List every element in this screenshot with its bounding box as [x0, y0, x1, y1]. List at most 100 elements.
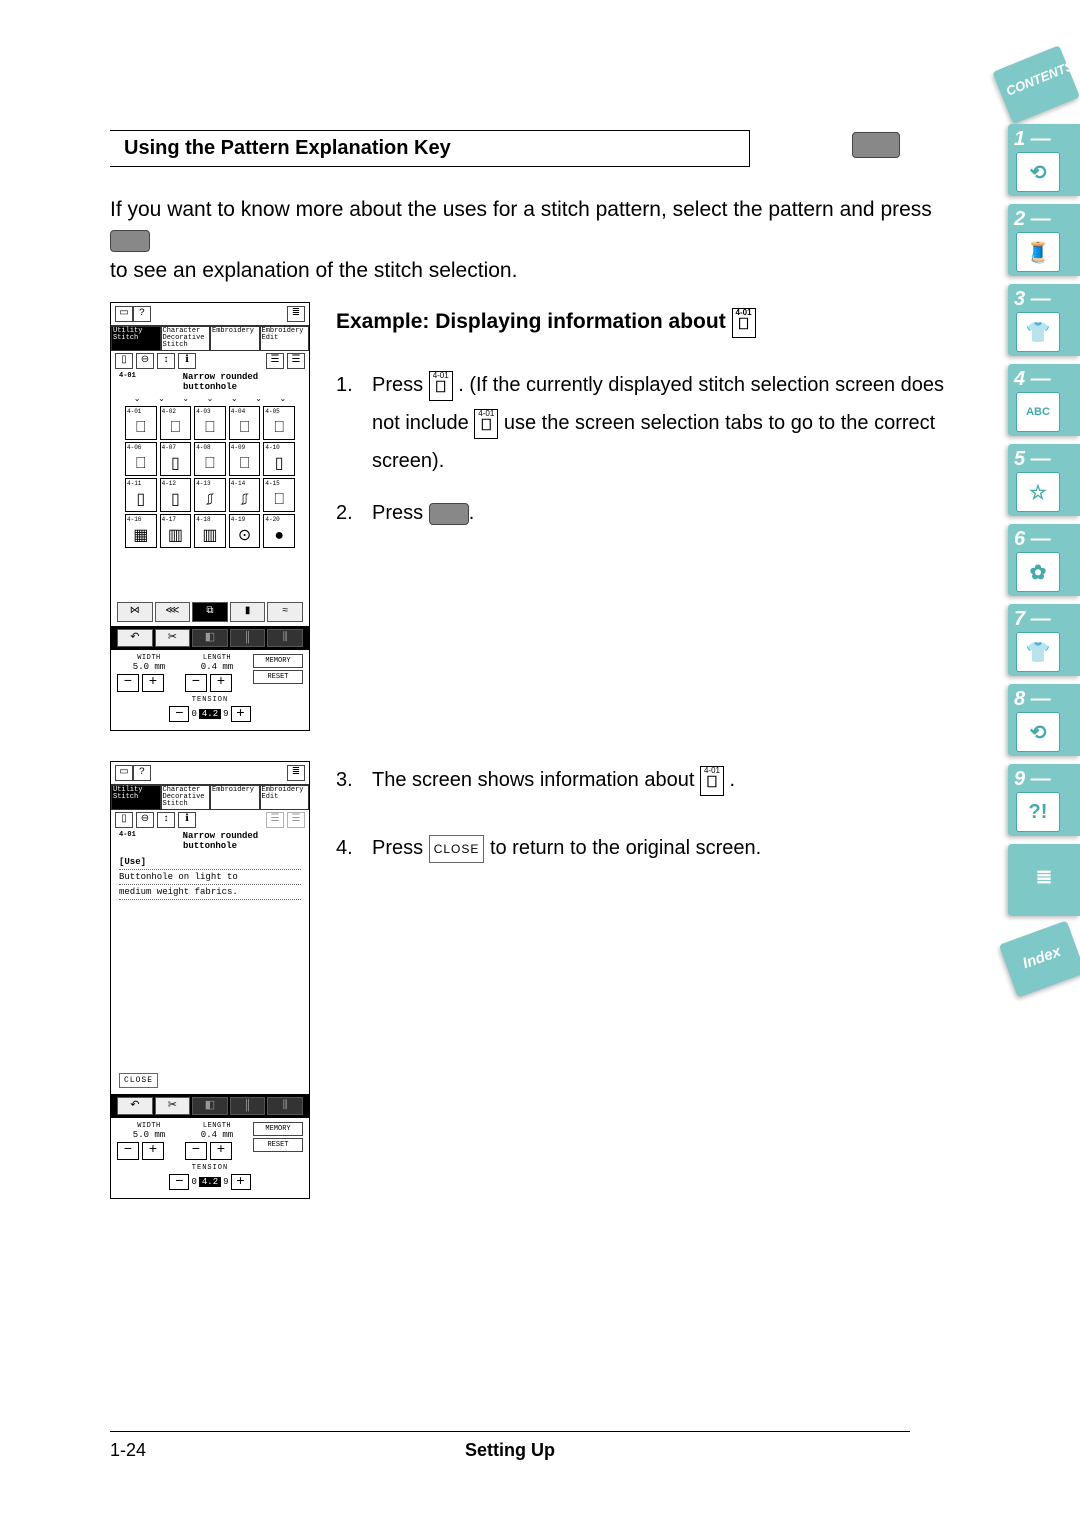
stitch-4-03[interactable]: 4-03⎕	[194, 406, 226, 440]
tool-3[interactable]: ⧉	[192, 602, 228, 622]
tool-1[interactable]: ⋈	[117, 602, 153, 622]
tool-5[interactable]: ≈	[267, 602, 303, 622]
menu-icon: ≣	[287, 306, 305, 322]
tab-appendix[interactable]: ≣	[1008, 844, 1080, 916]
length-value: 0.4 mm	[185, 1130, 249, 1140]
stitch-4-12[interactable]: 4-12▯	[160, 478, 192, 512]
stitch-4-10[interactable]: 4-10▯	[263, 442, 295, 476]
lcd-tab-embroidery[interactable]: Embroidery	[210, 326, 260, 351]
stitch-4-07[interactable]: 4-07▯	[160, 442, 192, 476]
stitch-title-1: Narrow rounded	[183, 831, 259, 841]
tension-lo: 0	[191, 709, 196, 719]
bb-twin2[interactable]: ⫼	[267, 629, 303, 647]
tab-chapter-6[interactable]: 6 —✿	[1008, 524, 1080, 596]
tab-chapter-7[interactable]: 7 —👕	[1008, 604, 1080, 676]
width-plus[interactable]: +	[142, 674, 164, 692]
stitch-ref-icon: 4-01⎕	[732, 308, 756, 338]
close-button[interactable]: CLOSE	[119, 1073, 158, 1088]
tab-chapter-4[interactable]: 4 —ABC	[1008, 364, 1080, 436]
reset-button[interactable]: RESET	[253, 1138, 303, 1152]
tension-value: 4.2	[199, 709, 221, 719]
tension-plus[interactable]: +	[231, 706, 251, 722]
tool-4[interactable]: ▮	[230, 602, 266, 622]
stitch-4-15[interactable]: 4-15⎕	[263, 478, 295, 512]
bb-undo[interactable]: ↶	[117, 629, 153, 647]
close-button-inline: CLOSE	[429, 835, 485, 864]
explanation-key-button-icon	[110, 230, 150, 252]
length-plus[interactable]: +	[210, 674, 232, 692]
stitch-title-2: buttonhole	[183, 382, 237, 392]
stitch-ref-icon: 4-01⎕	[700, 766, 724, 796]
tab-chapter-8[interactable]: 8 —⟲	[1008, 684, 1080, 756]
tension-plus[interactable]: +	[231, 1174, 251, 1190]
tab-chapter-2[interactable]: 2 —🧵	[1008, 204, 1080, 276]
needle-icon: ↕	[157, 353, 175, 369]
lcd-tab-embedit[interactable]: Embroidery Edit	[260, 785, 310, 810]
tab-chapter-3[interactable]: 3 —👕	[1008, 284, 1080, 356]
length-plus[interactable]: +	[210, 1142, 232, 1160]
stitch-4-05[interactable]: 4-05⎕	[263, 406, 295, 440]
tool-2[interactable]: ⋘	[155, 602, 191, 622]
info-line-2: medium weight fabrics.	[119, 887, 301, 897]
tension-hi: 9	[223, 1177, 228, 1187]
bb-undo[interactable]: ↶	[117, 1097, 153, 1115]
chapter-icon: ABC	[1016, 392, 1060, 432]
intro-text: If you want to know more about the uses …	[110, 195, 970, 286]
tab-chapter-5[interactable]: 5 —☆	[1008, 444, 1080, 516]
tension-minus[interactable]: −	[169, 706, 189, 722]
tension-label: TENSION	[117, 696, 303, 704]
stitch-4-08[interactable]: 4-08⎕	[194, 442, 226, 476]
lcd-tab-row: Utility Stitch Character Decorative Stit…	[111, 325, 309, 351]
lcd-tab-embroidery[interactable]: Embroidery	[210, 785, 260, 810]
length-minus[interactable]: −	[185, 1142, 207, 1160]
lcd-tab-decorative[interactable]: Character Decorative Stitch	[161, 785, 211, 810]
bb-cut[interactable]: ✂	[155, 629, 191, 647]
guide-icon: ?	[133, 306, 151, 322]
tab-chapter-1[interactable]: 1 —⟲	[1008, 124, 1080, 196]
width-minus[interactable]: −	[117, 674, 139, 692]
stitch-4-04[interactable]: 4-04⎕	[229, 406, 261, 440]
stitch-4-16[interactable]: 4-16▦	[125, 514, 157, 548]
width-value: 5.0 mm	[117, 1130, 181, 1140]
stitch-4-06[interactable]: 4-06⎕	[125, 442, 157, 476]
length-value: 0.4 mm	[185, 662, 249, 672]
length-minus[interactable]: −	[185, 674, 207, 692]
example-title: Example: Displaying information about 4-…	[336, 302, 970, 342]
lcd-tab-embedit[interactable]: Embroidery Edit	[260, 326, 310, 351]
stitch-4-18[interactable]: 4-18▥	[194, 514, 226, 548]
tab-chapter-9[interactable]: 9 —?!	[1008, 764, 1080, 836]
lcd-tab-utility[interactable]: Utility Stitch	[111, 326, 161, 351]
length-label: LENGTH	[185, 654, 249, 662]
stitch-num: 4-01	[115, 372, 136, 380]
stitch-4-01[interactable]: 4-01⎕	[125, 406, 157, 440]
bb-twin[interactable]: ║	[230, 629, 266, 647]
preview-icon: ☰	[266, 353, 284, 369]
reset-button[interactable]: RESET	[253, 670, 303, 684]
lcd-tab-decorative[interactable]: Character Decorative Stitch	[161, 326, 211, 351]
bb-mirror[interactable]: ◧	[192, 629, 228, 647]
bb-twin2[interactable]: ⫼	[267, 1097, 303, 1115]
lcd-tab-utility[interactable]: Utility Stitch	[111, 785, 161, 810]
preview2-icon: ☰	[287, 812, 305, 828]
memory-button[interactable]: MEMORY	[253, 654, 303, 668]
stitch-4-19[interactable]: 4-19⊙	[229, 514, 261, 548]
stitch-4-14[interactable]: 4-14⎎	[229, 478, 261, 512]
bb-twin[interactable]: ║	[230, 1097, 266, 1115]
info-line-1: Buttonhole on light to	[119, 872, 301, 882]
bb-mirror[interactable]: ◧	[192, 1097, 228, 1115]
bb-cut[interactable]: ✂	[155, 1097, 191, 1115]
width-minus[interactable]: −	[117, 1142, 139, 1160]
stitch-4-11[interactable]: 4-11▯	[125, 478, 157, 512]
memory-button[interactable]: MEMORY	[253, 1122, 303, 1136]
chapter-icon: ⟲	[1016, 712, 1060, 752]
stitch-4-13[interactable]: 4-13⎎	[194, 478, 226, 512]
width-plus[interactable]: +	[142, 1142, 164, 1160]
stitch-4-02[interactable]: 4-02⎕	[160, 406, 192, 440]
help-icon: ▭	[115, 765, 133, 781]
stitch-4-09[interactable]: 4-09⎕	[229, 442, 261, 476]
tension-minus[interactable]: −	[169, 1174, 189, 1190]
foot-icon: ▯	[115, 812, 133, 828]
stitch-4-17[interactable]: 4-17▥	[160, 514, 192, 548]
stitch-4-20[interactable]: 4-20●	[263, 514, 295, 548]
explanation-key-button-icon	[429, 503, 469, 525]
